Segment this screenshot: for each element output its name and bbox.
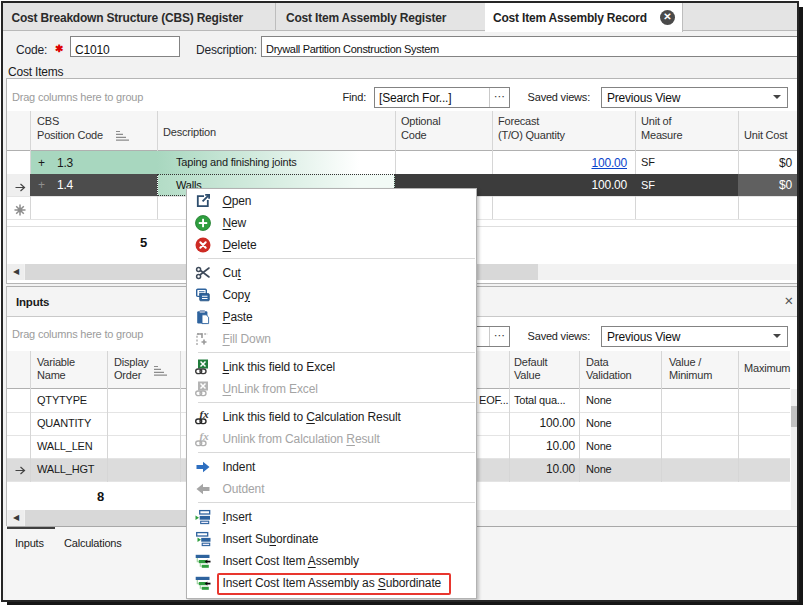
svg-text:fx: fx (200, 431, 210, 442)
svg-text:fx: fx (200, 409, 210, 420)
